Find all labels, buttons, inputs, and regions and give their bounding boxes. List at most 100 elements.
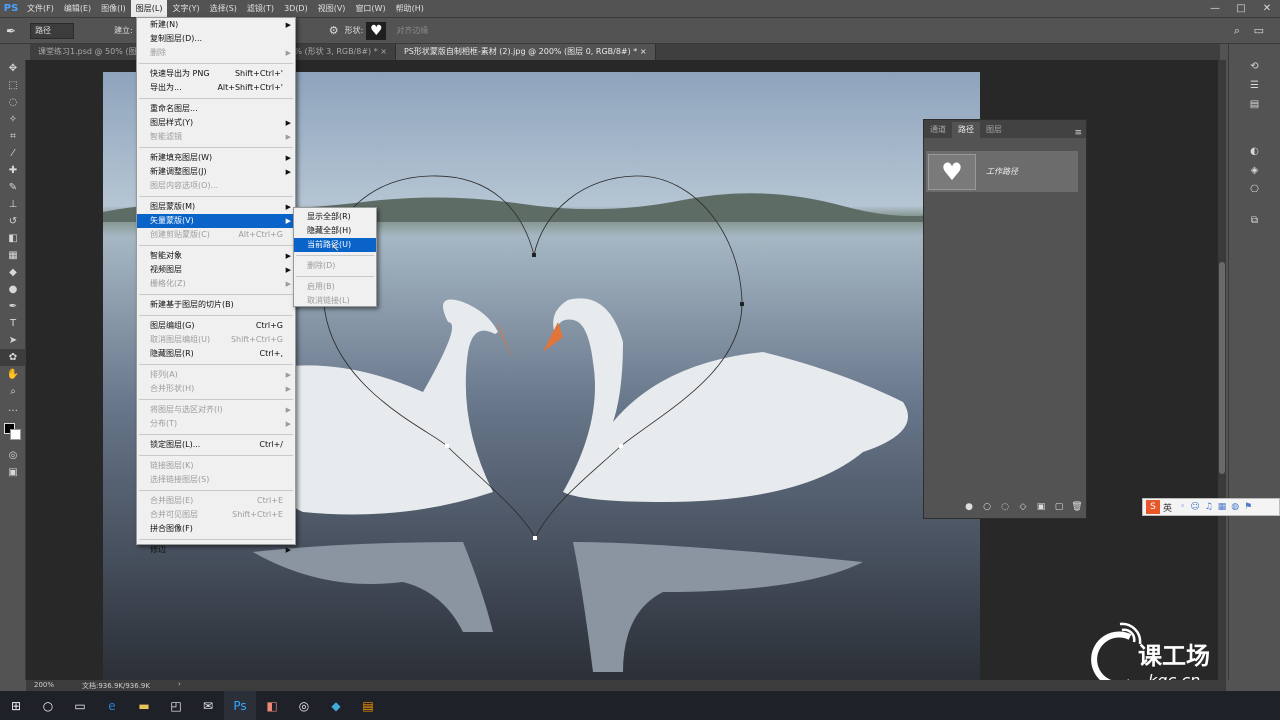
gear-icon[interactable]: ⚙ xyxy=(329,24,339,37)
adjustments-icon[interactable]: ◐ xyxy=(1242,143,1268,160)
clone-stamp-icon[interactable]: ⊥ xyxy=(0,196,26,213)
hand-tool-icon[interactable]: ✋ xyxy=(0,366,26,383)
layers-icon[interactable]: ▤ xyxy=(1242,96,1268,113)
make-path-icon[interactable]: ◇ xyxy=(1014,502,1032,512)
menu-row[interactable]: 新建填充图层(W) ▶ xyxy=(137,151,295,165)
color-swatches[interactable] xyxy=(0,417,25,447)
move-tool-icon[interactable]: ✥ xyxy=(0,60,26,77)
properties-icon[interactable]: ☰ xyxy=(1242,77,1268,94)
tab-paths[interactable]: 路径 xyxy=(952,122,980,138)
screen-mode-icon[interactable]: ▣ xyxy=(0,464,26,481)
workspace-icon[interactable]: ▭ xyxy=(1254,24,1264,37)
add-mask-icon[interactable]: ▣ xyxy=(1032,502,1050,512)
app3-icon[interactable]: ▤ xyxy=(352,691,384,720)
healing-brush-icon[interactable]: ✚ xyxy=(0,162,26,179)
menu-item[interactable]: 帮助(H) xyxy=(391,0,429,17)
menu-row[interactable]: 新建(N) ▶ xyxy=(137,18,295,32)
scrollbar-thumb[interactable] xyxy=(1219,262,1225,474)
ime-toolbar[interactable]: S 英 ◦☺♫▦◍⚑ xyxy=(1142,498,1280,516)
menu-item[interactable]: 滤镜(T) xyxy=(242,0,279,17)
menu-item[interactable]: 文字(Y) xyxy=(167,0,204,17)
menu-row[interactable]: 图层编组(G) Ctrl+G xyxy=(137,319,295,333)
media-icon[interactable]: ◎ xyxy=(288,691,320,720)
document-tab[interactable]: 课堂练习1.psd @ 50% (图层 xyxy=(30,44,150,60)
app2-icon[interactable]: ◆ xyxy=(320,691,352,720)
file-explorer-icon[interactable]: ▬ xyxy=(128,691,160,720)
app-icon[interactable]: ◧ xyxy=(256,691,288,720)
tool-mode-select[interactable]: 路径 xyxy=(30,22,75,39)
magic-wand-icon[interactable]: ✧ xyxy=(0,111,26,128)
background-color[interactable] xyxy=(10,429,21,440)
panel-menu-icon[interactable]: ≡ xyxy=(1074,128,1082,138)
character-icon[interactable]: ⧉ xyxy=(1242,212,1268,229)
history-icon[interactable]: ⟲ xyxy=(1242,58,1268,75)
menu-row[interactable]: 新建调整图层(J) ▶ xyxy=(137,165,295,179)
store-icon[interactable]: ◰ xyxy=(160,691,192,720)
gradient-tool-icon[interactable]: ▦ xyxy=(0,247,26,264)
menu-item[interactable]: 选择(S) xyxy=(205,0,242,17)
status-arrow-icon[interactable]: › xyxy=(178,680,181,688)
load-selection-icon[interactable]: ◌ xyxy=(996,502,1014,512)
lasso-tool-icon[interactable]: ◌ xyxy=(0,94,26,111)
type-tool-icon[interactable]: T xyxy=(0,315,26,332)
path-row[interactable]: ♥ 工作路径 xyxy=(926,151,1078,192)
brush-tool-icon[interactable]: ✎ xyxy=(0,179,26,196)
tab-channels[interactable]: 通道 xyxy=(924,122,952,138)
close-button[interactable]: ✕ xyxy=(1254,0,1280,17)
menu-row[interactable]: 锁定图层(L)... Ctrl+/ xyxy=(137,438,295,452)
menu-row[interactable]: 图层蒙版(M) ▶ xyxy=(137,200,295,214)
menu-row[interactable]: 复制图层(D)... xyxy=(137,32,295,46)
photoshop-taskbar-icon[interactable]: Ps xyxy=(224,691,256,720)
menu-item[interactable]: 图层(L) xyxy=(130,0,168,17)
history-brush-icon[interactable]: ↺ xyxy=(0,213,26,230)
blur-tool-icon[interactable]: ◆ xyxy=(0,264,26,281)
custom-shape-tool-icon[interactable]: ✿ xyxy=(0,349,26,366)
menu-row[interactable]: 视频图层 ▶ xyxy=(137,263,295,277)
align-edges-checkbox[interactable]: 对齐边缘 xyxy=(396,25,428,36)
zoom-tool-icon[interactable]: ⌕ xyxy=(0,383,26,400)
menu-item[interactable]: 视图(V) xyxy=(313,0,351,17)
menu-item[interactable]: 3D(D) xyxy=(279,0,313,17)
eraser-icon[interactable]: ◧ xyxy=(0,230,26,247)
ime-mode[interactable]: 英 xyxy=(1163,501,1172,514)
menu-item[interactable]: 窗口(W) xyxy=(350,0,390,17)
more-tools-icon[interactable]: … xyxy=(0,400,26,417)
maximize-button[interactable]: □ xyxy=(1228,0,1254,17)
menu-item[interactable]: 图像(I) xyxy=(96,0,131,17)
crop-tool-icon[interactable]: ⌗ xyxy=(0,128,26,145)
menu-item[interactable]: 文件(F) xyxy=(22,0,59,17)
menu-row[interactable]: 矢量蒙版(V) ▶ xyxy=(137,214,295,228)
menu-row[interactable]: 导出为... Alt+Shift+Ctrl+' xyxy=(137,81,295,95)
dodge-tool-icon[interactable]: ● xyxy=(0,281,26,298)
menu-row[interactable]: 智能对象 ▶ xyxy=(137,249,295,263)
windows-start-icon[interactable]: ⊞ xyxy=(0,691,32,720)
tab-layers[interactable]: 图层 xyxy=(980,122,1008,138)
channels-icon[interactable]: ◈ xyxy=(1242,162,1268,179)
menu-row[interactable]: 修边 ▶ xyxy=(137,543,295,557)
paths-icon[interactable]: ⎔ xyxy=(1242,181,1268,198)
mail-icon[interactable]: ✉ xyxy=(192,691,224,720)
minimize-button[interactable]: — xyxy=(1202,0,1228,17)
zoom-level[interactable]: 200% xyxy=(34,681,54,689)
marquee-tool-icon[interactable]: ⬚ xyxy=(0,77,26,94)
menu-row[interactable]: 隐藏全部(H) xyxy=(294,224,376,238)
pen-tool-icon[interactable]: ✒ xyxy=(0,298,26,315)
menu-row[interactable]: 重命名图层... xyxy=(137,102,295,116)
task-view-icon[interactable]: ▭ xyxy=(64,691,96,720)
new-path-icon[interactable]: ▢ xyxy=(1050,502,1068,512)
search-icon[interactable]: ○ xyxy=(32,691,64,720)
menu-row[interactable]: 快速导出为 PNG Shift+Ctrl+' xyxy=(137,67,295,81)
menu-row[interactable]: 拼合图像(F) xyxy=(137,522,295,536)
path-selection-icon[interactable]: ➤ xyxy=(0,332,26,349)
document-tab[interactable]: PS形状蒙版自制相框-素材 (2).jpg @ 200% (图层 0, RGB/… xyxy=(395,44,656,60)
trash-icon[interactable]: 🗑 xyxy=(1068,502,1086,512)
stroke-path-icon[interactable]: ○ xyxy=(978,502,996,512)
menu-row[interactable]: 显示全部(R) xyxy=(294,210,376,224)
menu-item[interactable]: 编辑(E) xyxy=(59,0,96,17)
eyedropper-icon[interactable]: ⁄ xyxy=(0,145,26,162)
ime-tools-icon[interactable]: ◦☺♫▦◍⚑ xyxy=(1180,502,1257,512)
fill-path-icon[interactable]: ● xyxy=(960,502,978,512)
shape-picker[interactable]: ♥ xyxy=(366,21,387,40)
search-icon[interactable]: ⌕ xyxy=(1234,24,1240,38)
menu-row[interactable]: 图层样式(Y) ▶ xyxy=(137,116,295,130)
